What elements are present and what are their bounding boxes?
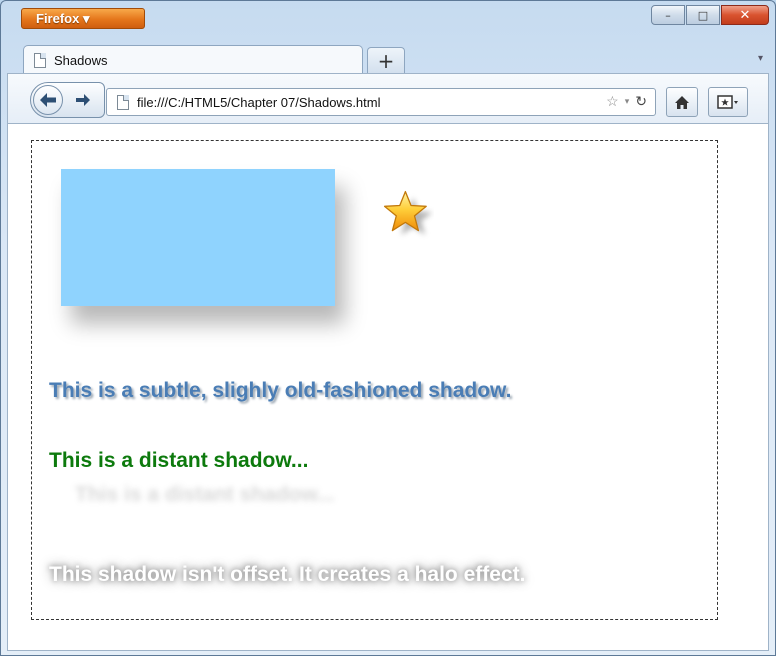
history-dropdown-chevron-down-icon[interactable]: ▾ xyxy=(625,96,630,107)
forward-arrow-icon xyxy=(76,94,90,106)
dashed-container: This is a subtle, slighly old-fashioned … xyxy=(31,140,718,620)
url-text: file:///C:/HTML5/Chapter 07/Shadows.html xyxy=(137,94,381,110)
shadowed-box xyxy=(61,169,335,306)
window-controls: – □ ✕ xyxy=(651,5,769,25)
subtle-shadow-text: This is a subtle, slighly old-fashioned … xyxy=(49,379,512,402)
page-icon xyxy=(34,52,46,68)
nav-buttons xyxy=(30,82,105,118)
forward-button[interactable] xyxy=(69,89,97,111)
bookmark-star-icon[interactable]: ☆ xyxy=(606,93,619,110)
distant-shadow-text: This is a distant shadow... xyxy=(49,449,309,472)
bookmarks-button[interactable] xyxy=(708,87,748,117)
page-viewport: This is a subtle, slighly old-fashioned … xyxy=(7,123,769,651)
tab-list-chevron-down-icon[interactable]: ▾ xyxy=(758,53,763,64)
tab-shadows[interactable]: Shadows xyxy=(23,45,363,74)
site-page-icon xyxy=(117,94,129,110)
url-bar[interactable]: file:///C:/HTML5/Chapter 07/Shadows.html… xyxy=(106,88,656,116)
minimize-button[interactable]: – xyxy=(651,5,685,25)
maximize-button[interactable]: □ xyxy=(686,5,720,25)
tab-title: Shadows xyxy=(54,52,108,68)
home-button[interactable] xyxy=(666,87,698,117)
navigation-toolbar: file:///C:/HTML5/Chapter 07/Shadows.html… xyxy=(7,73,769,123)
back-button[interactable] xyxy=(33,85,63,115)
close-button[interactable]: ✕ xyxy=(721,5,769,25)
back-arrow-icon xyxy=(40,93,56,107)
home-icon xyxy=(675,95,689,109)
reload-icon[interactable]: ↻ xyxy=(635,93,647,110)
browser-window: Firefox ▾ – □ ✕ Shadows + ▾ file:///C:/H… xyxy=(0,0,776,656)
halo-shadow-text: This shadow isn't offset. It creates a h… xyxy=(49,563,526,586)
star-icon xyxy=(383,190,433,235)
firefox-menu-button[interactable]: Firefox ▾ xyxy=(21,8,145,29)
new-tab-button[interactable]: + xyxy=(367,47,405,73)
url-actions: ☆ ▾ ↻ xyxy=(606,93,647,110)
bookmarks-icon xyxy=(717,95,738,109)
